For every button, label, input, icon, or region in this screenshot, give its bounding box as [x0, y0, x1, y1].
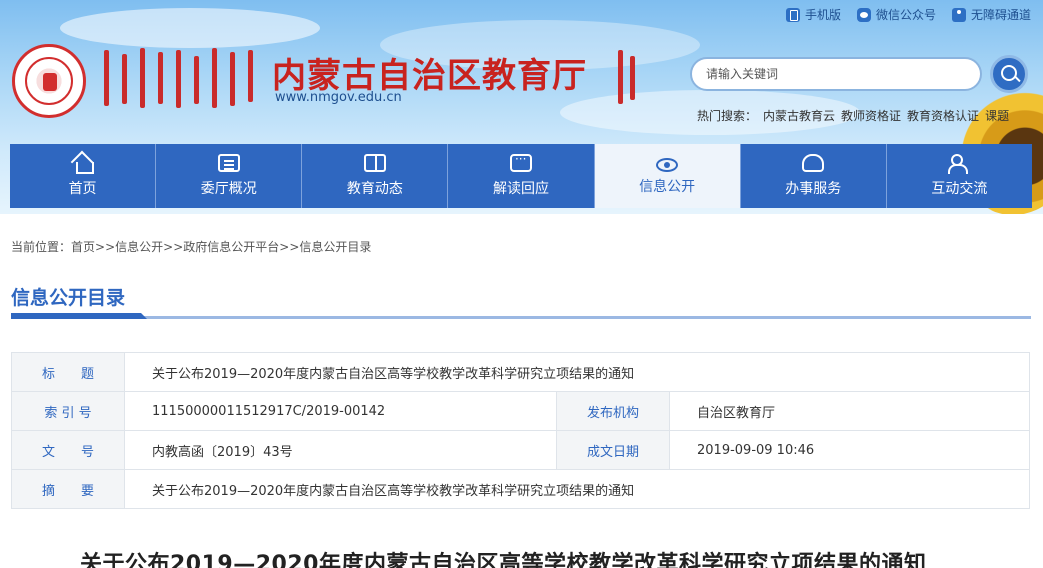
phone-icon — [785, 7, 800, 22]
summary-value: 关于公布2019—2020年度内蒙古自治区高等学校教学改革科学研究立项结果的通知 — [124, 469, 1030, 509]
nav-item-label: 办事服务 — [785, 181, 842, 197]
table-row: 文 号 内教高函〔2019〕43号 成文日期 2019-09-09 10:46 — [11, 430, 1030, 470]
breadcrumb-item[interactable]: >>政府信息公开平台 — [163, 238, 279, 255]
nav-item-interpretation[interactable]: 解读回应 — [448, 144, 595, 208]
date-value: 2019-09-09 10:46 — [669, 430, 1030, 470]
title-value: 关于公布2019—2020年度内蒙古自治区高等学校教学改革科学研究立项结果的通知 — [124, 352, 1030, 392]
nav-item-interaction[interactable]: 互动交流 — [886, 144, 1032, 208]
hot-search-label: 热门搜索： — [697, 109, 758, 123]
wechat-link[interactable]: 微信公众号 — [856, 6, 936, 23]
main-nav: 首页 委厅概况 教育动态 解读回应 信息公开 办事服务 互动交流 — [10, 144, 1032, 208]
breadcrumb: 当前位置： 首页 >>信息公开 >>政府信息公开平台 >>信息公开目录 — [11, 238, 371, 255]
table-row: 索 引 号 11150000011512917C/2019-00142 发布机构… — [11, 391, 1030, 431]
site-url: www.nmgov.edu.cn — [275, 90, 402, 105]
hands-icon — [802, 154, 825, 172]
nav-item-overview[interactable]: 委厅概况 — [156, 144, 303, 208]
department-emblem-logo[interactable] — [12, 44, 86, 118]
search-button[interactable] — [990, 55, 1028, 93]
nav-item-label: 解读回应 — [492, 181, 549, 197]
date-label: 成文日期 — [556, 430, 670, 470]
accessibility-link[interactable]: 无障碍通道 — [951, 6, 1031, 23]
search-box — [690, 57, 982, 91]
nav-item-news[interactable]: 教育动态 — [302, 144, 449, 208]
cloud-decoration — [60, 8, 320, 48]
search-input[interactable] — [692, 59, 980, 89]
hot-search: 热门搜索： 内蒙古教育云 教师资格证 教育资格认证 课题 — [697, 107, 1009, 124]
breadcrumb-item[interactable]: >>信息公开目录 — [279, 238, 371, 255]
nav-item-label: 教育动态 — [346, 181, 403, 197]
index-label: 索 引 号 — [11, 391, 125, 431]
info-table: 标 题 关于公布2019—2020年度内蒙古自治区高等学校教学改革科学研究立项结… — [11, 352, 1030, 509]
publisher-value: 自治区教育厅 — [669, 391, 1030, 431]
index-value: 11150000011512917C/2019-00142 — [124, 391, 557, 431]
mobile-version-link[interactable]: 手机版 — [785, 6, 841, 23]
chat-icon — [509, 152, 532, 172]
doc-number-label: 文 号 — [11, 430, 125, 470]
article-title: 关于公布2019—2020年度内蒙古自治区高等学校教学改革科学研究立项结果的通知 — [80, 552, 927, 568]
nav-item-info-disclosure[interactable]: 信息公开 — [594, 144, 741, 208]
hot-search-item[interactable]: 课题 — [985, 107, 1009, 124]
nav-item-label: 首页 — [68, 181, 97, 197]
breadcrumb-item[interactable]: >>信息公开 — [95, 238, 163, 255]
table-row: 摘 要 关于公布2019—2020年度内蒙古自治区高等学校教学改革科学研究立项结… — [11, 469, 1030, 509]
people-icon — [948, 154, 970, 174]
accessibility-icon — [951, 7, 966, 22]
mongolian-script-mark — [612, 50, 642, 104]
mongolian-script-logo — [100, 48, 260, 110]
home-icon — [72, 154, 94, 174]
nav-item-label: 互动交流 — [931, 181, 988, 197]
breadcrumb-item[interactable]: 首页 — [71, 238, 95, 255]
publisher-label: 发布机构 — [556, 391, 670, 431]
top-link-label: 微信公众号 — [875, 8, 936, 22]
nav-item-home[interactable]: 首页 — [10, 144, 157, 208]
summary-label: 摘 要 — [11, 469, 125, 509]
doc-number-value: 内教高函〔2019〕43号 — [124, 430, 557, 470]
nav-item-services[interactable]: 办事服务 — [740, 144, 887, 208]
hot-search-item[interactable]: 教师资格证 — [841, 107, 901, 124]
wechat-icon — [856, 7, 871, 22]
hot-search-item[interactable]: 内蒙古教育云 — [763, 107, 835, 124]
top-link-label: 无障碍通道 — [970, 8, 1031, 22]
nav-item-label: 委厅概况 — [200, 181, 257, 197]
title-label: 标 题 — [11, 352, 125, 392]
section-title: 信息公开目录 — [11, 287, 126, 309]
top-link-label: 手机版 — [804, 8, 841, 22]
breadcrumb-prefix: 当前位置： — [11, 240, 72, 254]
top-links: 手机版 微信公众号 无障碍通道 — [785, 6, 1031, 23]
section-divider-accent — [11, 313, 147, 319]
nav-item-label: 信息公开 — [639, 179, 696, 195]
section-divider — [11, 316, 1031, 319]
book-icon — [363, 154, 386, 172]
list-icon — [217, 154, 240, 172]
table-row: 标 题 关于公布2019—2020年度内蒙古自治区高等学校教学改革科学研究立项结… — [11, 352, 1030, 392]
hot-search-item[interactable]: 教育资格认证 — [907, 107, 979, 124]
eye-icon — [656, 158, 679, 172]
